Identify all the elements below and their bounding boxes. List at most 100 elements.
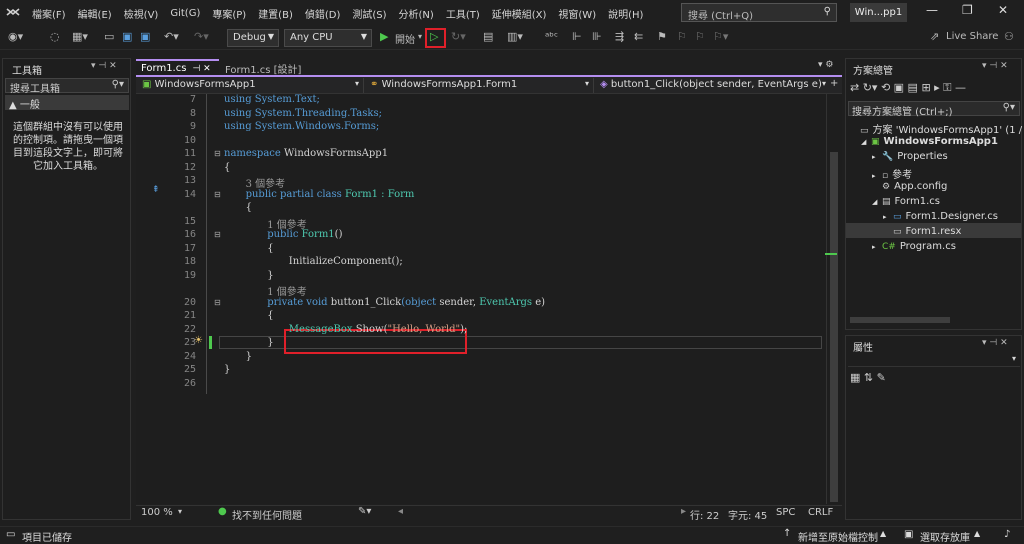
bookmark-prev-icon[interactable]: ⚐ — [677, 30, 687, 43]
outdent-icon[interactable]: ⇇ — [634, 30, 643, 43]
vertical-scrollbar[interactable] — [825, 94, 840, 504]
issues-status[interactable]: 找不到任何問題 — [232, 507, 302, 522]
hot-reload-icon[interactable]: ↻▾ — [451, 30, 466, 43]
expander-icon[interactable]: ▸ — [872, 172, 882, 180]
back-icon[interactable]: ◉▾ — [8, 30, 23, 43]
line-indicator[interactable]: 行: 22 — [690, 507, 719, 522]
notification-bell-icon[interactable]: ♪ — [1004, 529, 1010, 540]
start-without-debugging-icon[interactable]: ▷ — [430, 30, 438, 43]
expander-icon[interactable]: ◢ — [872, 198, 882, 206]
expander-icon[interactable]: ▸ — [872, 243, 882, 251]
menu-item-6[interactable]: 偵錯(D) — [299, 6, 347, 21]
indent-icon[interactable]: ⇶ — [615, 30, 624, 43]
step-icon[interactable]: ⊪ — [592, 30, 602, 43]
menu-item-5[interactable]: 建置(B) — [252, 6, 299, 21]
save-all-icon[interactable]: ▣ — [140, 30, 150, 43]
expander-icon[interactable]: ▸ — [872, 153, 882, 161]
start-button[interactable]: 開始 — [395, 31, 415, 46]
solution-explorer-icon[interactable]: ▤ — [483, 30, 493, 43]
bookmark-icon[interactable]: ⚑ — [657, 30, 667, 43]
menu-item-1[interactable]: 編輯(E) — [72, 6, 118, 21]
menu-item-7[interactable]: 測試(S) — [346, 6, 392, 21]
forward-icon[interactable]: ◌ — [50, 30, 60, 43]
solution-tree-item[interactable]: ▭方案 'WindowsFormsApp1' (1 / 1 個專案) — [850, 121, 1024, 136]
zoom-dropdown-icon[interactable]: ▾ — [178, 507, 182, 516]
split-icon[interactable]: + — [830, 78, 838, 89]
live-share-button[interactable]: Live Share — [946, 31, 998, 42]
breakpoint-icon[interactable]: ⊩ — [572, 30, 582, 43]
tab-form1-designer[interactable]: Form1.cs [設計] — [220, 59, 328, 76]
properties-object-select[interactable]: ▾ — [848, 354, 1020, 367]
redo-icon[interactable]: ↷▾ — [194, 30, 209, 43]
pin-close-icon[interactable]: ⊣ ✕ — [192, 64, 210, 74]
bookmark-next-icon[interactable]: ⚐ — [695, 30, 705, 43]
live-share-icon[interactable]: ⇗ — [930, 30, 939, 43]
tab-form1-cs[interactable]: Form1.cs ⊣ ✕ — [136, 59, 219, 75]
bookmark-clear-icon[interactable]: ⚐▾ — [713, 30, 728, 43]
source-control-caret-icon[interactable]: ▲ — [880, 529, 886, 538]
solution-tree-item[interactable]: ◢ ▣ WindowsFormsApp1 — [861, 136, 998, 147]
expander-icon[interactable]: ▸ — [883, 213, 893, 221]
fold-toggle-icon[interactable]: ⊟ — [214, 298, 221, 307]
toolbox-group-general[interactable]: ▲ 一般 — [5, 95, 129, 111]
menu-item-10[interactable]: 延伸模組(X) — [486, 6, 553, 21]
fold-toggle-icon[interactable]: ⊟ — [214, 190, 221, 199]
spell-check-icon[interactable]: ᵃᵇᶜ — [545, 30, 558, 43]
scroll-left-icon[interactable]: ◂ — [398, 506, 403, 517]
layout-icon[interactable]: ▥▾ — [507, 30, 523, 43]
menu-item-8[interactable]: 分析(N) — [393, 6, 440, 21]
repo-caret-icon[interactable]: ▲ — [974, 529, 980, 538]
menu-item-12[interactable]: 說明(H) — [602, 6, 649, 21]
feedback-icon[interactable]: ⚇ — [1004, 30, 1014, 43]
restore-icon[interactable]: ❐ — [962, 3, 973, 17]
panel-options-icon[interactable]: ▾ ⊣ ✕ — [982, 61, 1008, 71]
fold-toggle-icon[interactable]: ⊟ — [214, 230, 221, 239]
menu-item-3[interactable]: Git(G) — [164, 8, 206, 19]
new-project-icon[interactable]: ▦▾ — [72, 30, 88, 43]
menu-item-2[interactable]: 檢視(V) — [118, 6, 165, 21]
menu-item-0[interactable]: 檔案(F) — [26, 6, 72, 21]
properties-toolbar-icons[interactable]: ▦ ⇅ ✎ — [850, 371, 886, 384]
scrollbar-thumb[interactable] — [830, 152, 838, 502]
project-dropdown[interactable]: ▣ WindowsFormsApp1 ▾ — [138, 78, 364, 93]
member-dropdown[interactable]: ◈ button1_Click(object sender, EventArgs… — [596, 78, 826, 93]
solution-tree-item[interactable]: ◢ ▤ Form1.cs — [872, 196, 940, 207]
open-file-icon[interactable]: ▭ — [104, 30, 114, 43]
start-dropdown-icon[interactable]: ▾ — [418, 32, 422, 41]
platform-select[interactable]: Any CPU ▼ — [284, 29, 372, 47]
configuration-select[interactable]: Debug ▼ — [227, 29, 279, 47]
horizontal-scrollbar[interactable] — [850, 317, 950, 323]
start-play-icon[interactable]: ▶ — [380, 30, 388, 43]
zoom-level[interactable]: 100 % — [141, 507, 173, 518]
search-box[interactable]: 搜尋 (Ctrl+Q) ⚲ — [681, 3, 837, 22]
solution-toolbar-icons[interactable]: ⇄ ↻▾ ⟲ ▣ ▤ ⊞ ▸ ⚿ — — [850, 81, 966, 95]
cleanup-icon[interactable]: ✎▾ — [358, 506, 371, 517]
column-indicator[interactable]: 字元: 45 — [728, 507, 767, 522]
repo-button[interactable]: 選取存放庫 — [920, 529, 970, 544]
tab-overflow-icon[interactable]: ▾ ⚙ — [818, 60, 833, 70]
menu-item-11[interactable]: 視窗(W) — [552, 6, 602, 21]
codelens-icon[interactable]: ⇞ — [152, 185, 160, 195]
minimize-icon[interactable]: — — [926, 3, 938, 17]
scroll-right-icon[interactable]: ▸ — [681, 506, 686, 517]
solution-tree-item[interactable]: ⚙ App.config — [872, 181, 947, 192]
panel-options-icon[interactable]: ▾ ⊣ ✕ — [91, 61, 117, 71]
save-icon[interactable]: ▣ — [122, 30, 132, 43]
solution-tree-item[interactable]: ▸ C# Program.cs — [872, 241, 956, 252]
source-control-button[interactable]: 新增至原始檔控制 — [798, 529, 878, 544]
panel-options-icon[interactable]: ▾ ⊣ ✕ — [982, 338, 1008, 348]
class-dropdown[interactable]: ⚭ WindowsFormsApp1.Form1 ▾ — [366, 78, 594, 93]
fold-toggle-icon[interactable]: ⊟ — [214, 149, 221, 158]
menu-item-4[interactable]: 專案(P) — [206, 6, 252, 21]
close-icon[interactable]: ✕ — [998, 3, 1008, 17]
code-editor[interactable]: ☀ ⇞ 7 8 9 10 11 12 13 14 15 16 17 18 19 20 21 22 23 24 25 2… — [136, 94, 842, 504]
toolbox-search[interactable]: 搜尋工具箱 ⚲▾ — [5, 78, 129, 95]
solution-tree-item[interactable]: ▭ Form1.resx — [883, 226, 961, 237]
solution-tree-item[interactable]: ▸ 🔧 Properties — [872, 151, 948, 162]
solution-search[interactable]: 搜尋方案總管 (Ctrl+;) ⚲▾ — [848, 101, 1020, 118]
solution-tree-item[interactable]: ▸ ▫ 參考 — [872, 166, 912, 181]
line-ending-indicator[interactable]: CRLF — [808, 507, 833, 518]
solution-tree-item[interactable]: ▸ ▭ Form1.Designer.cs — [883, 211, 998, 222]
menu-item-9[interactable]: 工具(T) — [440, 6, 486, 21]
whitespace-indicator[interactable]: SPC — [776, 507, 795, 518]
